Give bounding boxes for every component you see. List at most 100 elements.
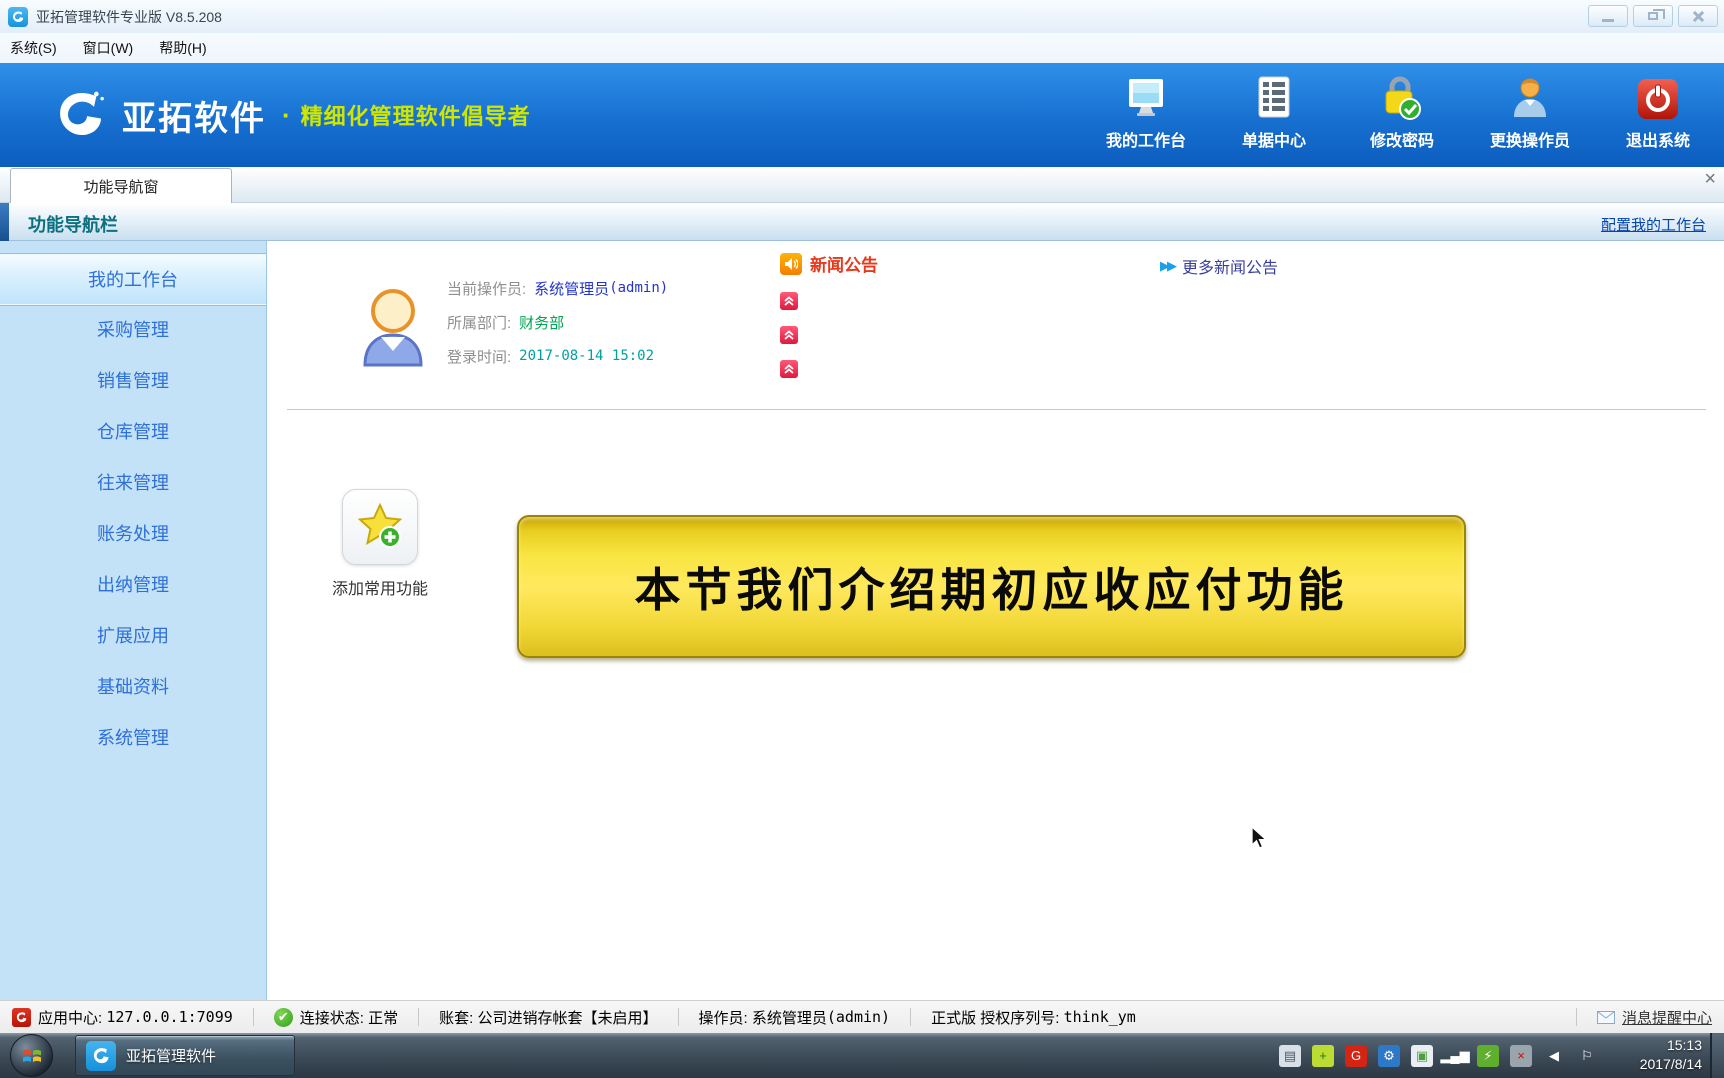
header-toolbar: 我的工作台 单据中心 [1098, 73, 1706, 151]
tray-icon[interactable]: ⚐ [1576, 1045, 1598, 1067]
close-tab-icon[interactable]: × [1704, 169, 1716, 189]
tray-icon[interactable]: G [1345, 1045, 1367, 1067]
minimize-icon[interactable] [1588, 5, 1628, 27]
account-set-status: 账套: 公司进销存帐套【未启用】 [439, 1007, 657, 1028]
operator-row: 当前操作员: 系统管理员 (admin) [447, 271, 668, 305]
sidebar-item[interactable]: 采购管理 [0, 305, 266, 356]
change-password-button[interactable]: 修改密码 [1354, 73, 1450, 151]
menu-item[interactable]: 帮助(H) [159, 38, 206, 58]
menu-item[interactable]: 窗口(W) [83, 38, 134, 58]
app-center-icon [12, 1008, 31, 1027]
sidebar-item[interactable]: 账务处理 [0, 509, 266, 560]
status-separator [418, 1008, 419, 1026]
app-logo-icon [86, 1041, 116, 1071]
window-controls [1588, 5, 1718, 27]
body-area: 我的工作台采购管理销售管理仓库管理往来管理账务处理出纳管理扩展应用基础资料系统管… [0, 241, 1724, 1000]
add-shortcut-button[interactable] [342, 489, 418, 565]
tray-icon[interactable]: ◀ [1543, 1045, 1565, 1067]
license-label: 正式版 授权序列号: [931, 1007, 1059, 1028]
lesson-banner: 本节我们介绍期初应收应付功能 [517, 515, 1466, 658]
tray-icon[interactable]: + [1312, 1045, 1334, 1067]
taskbar-app-button[interactable]: 亚拓管理软件 [75, 1035, 295, 1076]
lock-check-icon [1378, 73, 1426, 121]
document-icon [1253, 73, 1295, 121]
more-news-link[interactable]: ▶▶ 更多新闻公告 [1160, 254, 1278, 278]
brand-logo: 亚拓软件 · 精细化管理软件倡导者 [52, 87, 531, 143]
login-time-row: 登录时间: 2017-08-14 15:02 [447, 339, 668, 373]
sidebar-item[interactable]: 基础资料 [0, 662, 266, 713]
document-center-button[interactable]: 单据中心 [1226, 73, 1322, 151]
nav-accent-block [0, 203, 9, 241]
taskbar-clock[interactable]: 15:13 2017/8/14 [1610, 1036, 1702, 1074]
brand-name: 亚拓软件 [122, 91, 266, 140]
close-icon[interactable] [1678, 5, 1718, 27]
brand-separator: · [282, 100, 291, 131]
brand-slogan: 精细化管理软件倡导者 [301, 99, 531, 131]
sidebar-item[interactable]: 我的工作台 [0, 254, 266, 305]
news-item-icon[interactable] [780, 326, 798, 344]
brand-logo-icon [52, 87, 108, 143]
add-shortcut-label: 添加常用功能 [287, 575, 473, 599]
title-bar: 亚拓管理软件专业版 V8.5.208 [0, 0, 1724, 33]
status-bar: 应用中心: 127.0.0.1:7099 ✔ 连接状态: 正常 账套: 公司进销… [0, 1000, 1724, 1033]
switch-operator-button[interactable]: 更换操作员 [1482, 73, 1578, 151]
news-header: 新闻公告 [780, 251, 878, 276]
toolbar-label: 更换操作员 [1490, 127, 1570, 151]
toolbar-label: 单据中心 [1242, 127, 1306, 151]
license-status: 正式版 授权序列号: think_ym [931, 1007, 1136, 1028]
start-button[interactable] [10, 1034, 53, 1077]
nav-bar-title: 功能导航栏 [28, 211, 118, 237]
clock-time: 15:13 [1610, 1036, 1702, 1055]
app-center-value: 127.0.0.1:7099 [106, 1008, 232, 1026]
operator-name: 系统管理员 [534, 278, 609, 299]
system-tray: ▤ + G ⚙ ▣ ▂▄▆ ⚡ × ◀ ⚐ [1279, 1033, 1598, 1078]
avatar [355, 285, 431, 367]
status-operator-label: 操作员: [699, 1007, 748, 1028]
my-workbench-button[interactable]: 我的工作台 [1098, 73, 1194, 151]
status-separator [910, 1008, 911, 1026]
mouse-cursor [1250, 826, 1272, 850]
tray-icon[interactable]: ⚙ [1378, 1045, 1400, 1067]
header-banner: 亚拓软件 · 精细化管理软件倡导者 我的工作台 [0, 63, 1724, 167]
sidebar-item[interactable]: 系统管理 [0, 713, 266, 764]
sidebar-item[interactable]: 往来管理 [0, 458, 266, 509]
connection-label: 连接状态: [300, 1007, 364, 1028]
tray-icon[interactable]: ▤ [1279, 1045, 1301, 1067]
news-item-icon[interactable] [780, 292, 798, 310]
connection-status: ✔ 连接状态: 正常 [274, 1007, 398, 1028]
show-desktop-button[interactable] [1710, 1033, 1724, 1078]
sidebar-item[interactable]: 扩展应用 [0, 611, 266, 662]
message-center-link[interactable]: 消息提醒中心 [1622, 1007, 1712, 1028]
clock-date: 2017/8/14 [1610, 1055, 1702, 1074]
speaker-icon [780, 253, 802, 275]
nav-bar: 功能导航栏 配置我的工作台 [0, 203, 1724, 241]
news-item-icon[interactable] [780, 360, 798, 378]
sidebar-item[interactable]: 出纳管理 [0, 560, 266, 611]
operator-status: 操作员: 系统管理员 (admin) [699, 1007, 891, 1028]
connection-value: 正常 [368, 1007, 398, 1028]
tab-strip: 功能导航窗 × [0, 167, 1724, 203]
sidebar-item[interactable]: 销售管理 [0, 356, 266, 407]
tab-function-navigator[interactable]: 功能导航窗 [10, 168, 232, 203]
news-list [780, 292, 878, 378]
app-center-status: 应用中心: 127.0.0.1:7099 [12, 1007, 233, 1028]
restore-icon[interactable] [1633, 5, 1673, 27]
exit-system-button[interactable]: 退出系统 [1610, 73, 1706, 151]
message-center-area: 消息提醒中心 [1556, 1007, 1712, 1028]
login-time-label: 登录时间: [447, 346, 511, 367]
more-news-label: 更多新闻公告 [1182, 254, 1278, 278]
tray-icon[interactable]: ▂▄▆ [1444, 1045, 1466, 1067]
application-window: 亚拓管理软件专业版 V8.5.208 系统(S) 窗口(W) 帮助(H) 亚拓软件 … [0, 0, 1724, 1078]
status-separator [1576, 1008, 1577, 1026]
menu-bar: 系统(S) 窗口(W) 帮助(H) [0, 33, 1724, 63]
tray-icon[interactable]: ⚡ [1477, 1045, 1499, 1067]
app-center-label: 应用中心: [38, 1007, 102, 1028]
status-operator-account: (admin) [827, 1008, 890, 1026]
tray-icon[interactable]: × [1510, 1045, 1532, 1067]
menu-item[interactable]: 系统(S) [10, 38, 57, 58]
sidebar-item[interactable]: 仓库管理 [0, 407, 266, 458]
configure-workbench-link[interactable]: 配置我的工作台 [1601, 214, 1706, 235]
tray-icon[interactable]: ▣ [1411, 1045, 1433, 1067]
news-panel: 新闻公告 [780, 251, 878, 378]
status-separator [678, 1008, 679, 1026]
